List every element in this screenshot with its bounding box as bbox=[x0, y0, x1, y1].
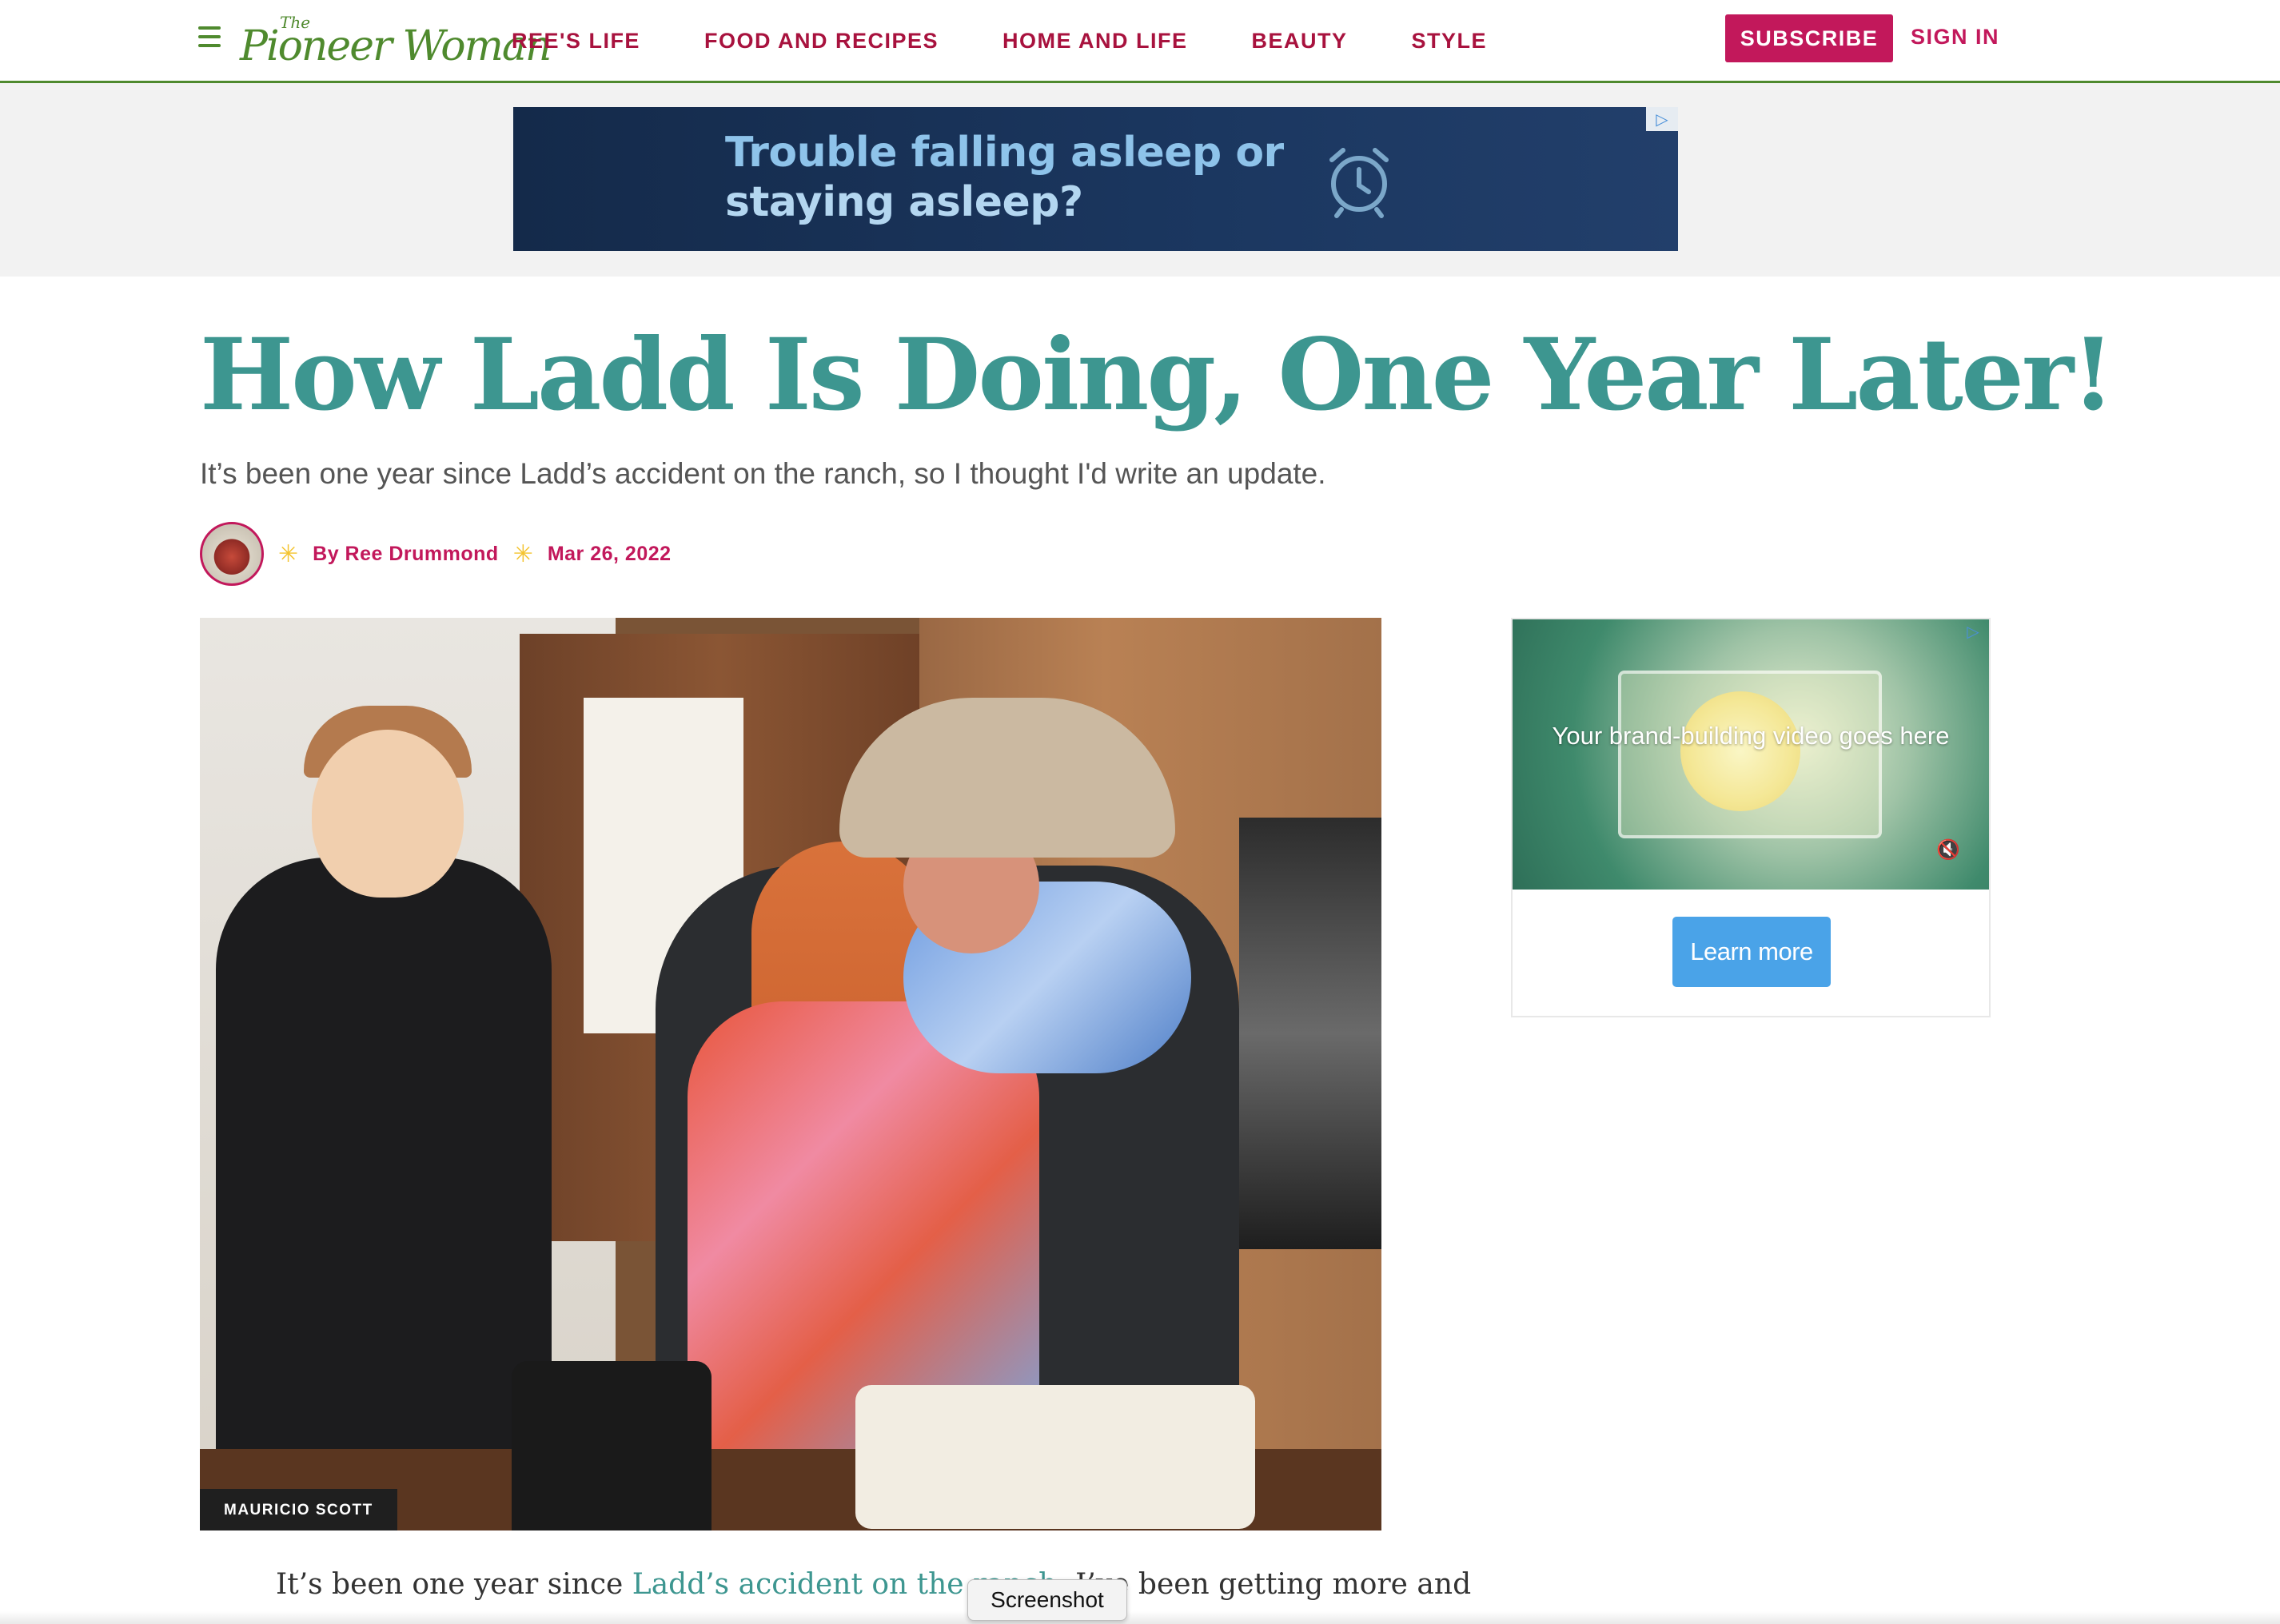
side-video-ad[interactable]: Your brand-building video goes here 🔇 ▷ … bbox=[1511, 618, 1991, 1017]
adchoices-icon[interactable]: ▷ bbox=[1646, 107, 1678, 131]
sparkle-icon: ✳ bbox=[512, 540, 533, 567]
top-ad-text: Trouble falling asleep or staying asleep… bbox=[725, 128, 1284, 227]
byline: ✳ By Ree Drummond ✳ Mar 26, 2022 bbox=[200, 522, 672, 586]
menu-icon[interactable] bbox=[198, 26, 222, 50]
article-dek: It’s been one year since Ladd’s accident… bbox=[200, 457, 1326, 490]
nav-food-and-recipes[interactable]: FOOD AND RECIPES bbox=[704, 29, 939, 54]
article-body-paragraph: It’s been one year since Ladd’s accident… bbox=[276, 1564, 1471, 1606]
publish-date: Mar 26, 2022 bbox=[547, 542, 672, 565]
body-text-start: It’s been one year since bbox=[276, 1568, 632, 1601]
top-ad-line-2: staying asleep? bbox=[725, 178, 1083, 226]
nav-home-and-life[interactable]: HOME AND LIFE bbox=[1002, 29, 1188, 54]
alarm-clock-icon bbox=[1329, 148, 1389, 218]
top-banner-ad[interactable]: Trouble falling asleep or staying asleep… bbox=[513, 107, 1678, 251]
learn-more-button[interactable]: Learn more bbox=[1672, 917, 1831, 987]
photo-credit: MAURICIO SCOTT bbox=[200, 1489, 397, 1530]
main-nav: REE'S LIFE FOOD AND RECIPES HOME AND LIF… bbox=[512, 29, 1551, 54]
article-title: How Ladd Is Doing, One Year Later! bbox=[200, 317, 2115, 433]
hero-image: MAURICIO SCOTT bbox=[200, 618, 1381, 1530]
nav-rees-life[interactable]: REE'S LIFE bbox=[512, 29, 640, 54]
sparkle-icon: ✳ bbox=[278, 540, 299, 567]
nav-beauty[interactable]: BEAUTY bbox=[1251, 29, 1347, 54]
ad-video-text: Your brand-building video goes here bbox=[1552, 722, 1950, 750]
screenshot-tooltip: Screenshot bbox=[967, 1579, 1127, 1621]
mute-icon[interactable]: 🔇 bbox=[1936, 838, 1960, 862]
nav-style[interactable]: STYLE bbox=[1412, 29, 1488, 54]
adchoices-icon[interactable]: ▷ bbox=[1957, 619, 1989, 643]
sign-in-link[interactable]: SIGN IN bbox=[1911, 25, 1999, 50]
logo-name: Pioneer Woman bbox=[240, 22, 552, 70]
author-name[interactable]: By Ree Drummond bbox=[313, 543, 499, 566]
top-ad-line-1: Trouble falling asleep or bbox=[725, 129, 1284, 177]
bottom-scroll-shadow bbox=[0, 1611, 2280, 1624]
site-header: The Pioneer Woman REE'S LIFE FOOD AND RE… bbox=[0, 0, 2280, 83]
author-avatar[interactable] bbox=[200, 522, 264, 586]
ad-video[interactable]: Your brand-building video goes here 🔇 ▷ bbox=[1513, 619, 1989, 890]
subscribe-button[interactable]: SUBSCRIBE bbox=[1725, 14, 1893, 62]
